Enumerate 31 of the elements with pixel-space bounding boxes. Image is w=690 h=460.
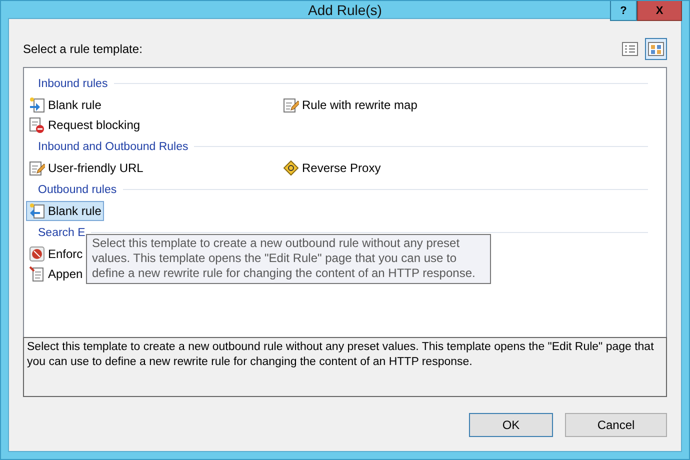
template-item[interactable]: Request blocking: [26, 115, 144, 135]
template-item[interactable]: Reverse Proxy: [280, 158, 384, 178]
section-title: Search E: [38, 226, 86, 238]
document-pencil-icon: [283, 97, 299, 113]
section-title: Inbound and Outbound Rules: [38, 140, 188, 152]
window-title: Add Rule(s): [308, 2, 382, 18]
help-button[interactable]: ?: [610, 1, 637, 21]
no-entry-icon: [29, 246, 45, 262]
cancel-button[interactable]: Cancel: [565, 413, 667, 437]
document-pencil-icon: [29, 160, 45, 176]
document-stop-icon: [29, 117, 45, 133]
template-item[interactable]: User-friendly URL: [26, 158, 146, 178]
tooltip: Select this template to create a new outbound rule without any preset values. This template opens the "Edit Rule" page that you can use to define a new rewrite rule for changing the content of an HTTP response.: [86, 234, 491, 284]
close-button[interactable]: X: [637, 1, 682, 21]
template-item[interactable]: Enforc: [26, 244, 86, 264]
document-arrow-icon: [29, 97, 45, 113]
template-item[interactable]: Appen: [26, 264, 86, 284]
template-item[interactable]: Rule with rewrite map: [280, 95, 420, 115]
document-pin-icon: [29, 266, 45, 282]
template-item[interactable]: Blank rule: [26, 201, 104, 221]
view-button[interactable]: [645, 38, 667, 60]
section-title: Inbound rules: [38, 78, 108, 90]
description-text: Select this template to create a new outbound rule without any preset values. This template opens the "Edit Rule" page that you can use to define a new rewrite rule for changing the content of an HTTP response.: [23, 337, 667, 397]
document-arrow-icon: [29, 203, 45, 219]
prompt-label: Select a rule template:: [23, 42, 142, 56]
template-item[interactable]: Blank rule: [26, 95, 104, 115]
tiles-view-icon: [648, 41, 664, 57]
ok-button[interactable]: OK: [469, 413, 553, 437]
warning-sign-icon: [283, 160, 299, 176]
section-title: Outbound rules: [38, 184, 117, 196]
details-view-icon: [622, 41, 638, 57]
